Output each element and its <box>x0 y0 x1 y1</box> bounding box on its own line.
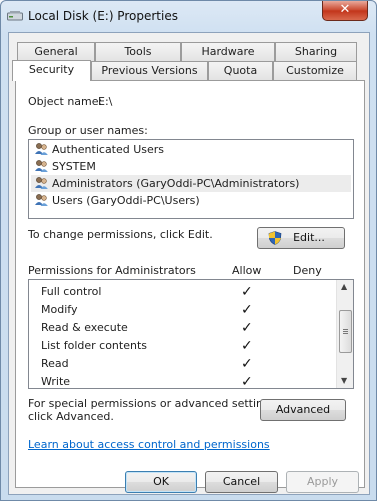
allow-check-icon: ✓ <box>241 356 253 372</box>
permission-name: Full control <box>41 285 102 298</box>
close-icon: ✕ <box>339 2 351 17</box>
permissions-for-label: Permissions for Administrators <box>28 264 196 277</box>
tab-previous-versions[interactable]: Previous Versions <box>91 61 208 80</box>
list-item[interactable]: Users (GaryOddi-PC\Users) <box>31 192 351 209</box>
special-permissions-text-line1: For special permissions or advanced sett… <box>28 397 280 410</box>
edit-button-label: Edit... <box>293 231 325 244</box>
list-item[interactable]: Authenticated Users <box>31 141 351 158</box>
user-list[interactable]: Authenticated Users SYSTEM Administrator… <box>28 139 354 219</box>
table-row: Full control ✓ <box>29 283 335 301</box>
tab-label: Tools <box>124 45 152 58</box>
permission-name: Modify <box>41 303 78 316</box>
title-bar[interactable]: Local Disk (E:) Properties ✕ <box>1 1 376 33</box>
user-group-icon <box>35 194 48 206</box>
object-name-value: E:\ <box>98 95 113 108</box>
list-item[interactable]: SYSTEM <box>31 158 351 175</box>
user-group-icon <box>35 143 48 155</box>
user-group-icon <box>35 160 48 172</box>
grip-line <box>343 333 348 334</box>
allow-header: Allow <box>232 264 262 277</box>
permissions-scrollbar[interactable]: ▲ ▼ <box>336 280 353 388</box>
tab-label: Quota <box>223 64 258 77</box>
tab-security[interactable]: Security <box>12 60 91 81</box>
properties-window: Local Disk (E:) Properties ✕ General Too… <box>0 0 377 501</box>
cancel-button[interactable]: Cancel <box>205 471 278 493</box>
table-row: List folder contents ✓ <box>29 337 335 355</box>
user-name: Users (GaryOddi-PC\Users) <box>52 194 200 207</box>
tab-tools[interactable]: Tools <box>95 42 181 61</box>
close-button[interactable]: ✕ <box>322 1 368 21</box>
permission-name: Read & execute <box>41 321 128 334</box>
allow-check-icon: ✓ <box>241 338 253 354</box>
security-panel: Object name: E:\ Group or user names: Au… <box>15 80 365 488</box>
tab-general[interactable]: General <box>17 42 95 61</box>
allow-check-icon: ✓ <box>241 284 253 300</box>
tab-label: Hardware <box>201 45 255 58</box>
table-row: Read & execute ✓ <box>29 319 335 337</box>
advanced-button[interactable]: Advanced <box>260 399 346 421</box>
tab-quota[interactable]: Quota <box>208 61 273 80</box>
advanced-button-label: Advanced <box>275 403 331 416</box>
learn-more-link[interactable]: Learn about access control and permissio… <box>28 438 270 451</box>
deny-header: Deny <box>293 264 322 277</box>
permissions-list[interactable]: Full control ✓ Modify ✓ Read & execute ✓… <box>28 279 354 391</box>
apply-button-label: Apply <box>306 475 339 488</box>
tab-customize[interactable]: Customize <box>273 61 357 80</box>
tab-label: Security <box>28 63 75 76</box>
change-permissions-hint: To change permissions, click Edit. <box>28 228 213 241</box>
allow-check-icon: ✓ <box>241 302 253 318</box>
object-name-label: Object name: <box>28 95 103 108</box>
scroll-thumb[interactable] <box>339 310 352 353</box>
tab-label: Previous Versions <box>101 64 198 77</box>
table-row: Write ✓ <box>29 373 335 391</box>
ok-button-label: OK <box>153 475 169 488</box>
user-name: SYSTEM <box>52 160 96 173</box>
allow-check-icon: ✓ <box>241 320 253 336</box>
tab-sharing[interactable]: Sharing <box>275 42 357 61</box>
group-users-label: Group or user names: <box>28 124 148 137</box>
user-name: Authenticated Users <box>52 143 165 156</box>
tab-label: Sharing <box>294 45 338 58</box>
tab-hardware[interactable]: Hardware <box>181 42 275 61</box>
allow-check-icon: ✓ <box>241 374 253 390</box>
table-row: Modify ✓ <box>29 301 335 319</box>
list-item-selected[interactable]: Administrators (GaryOddi-PC\Administrato… <box>31 175 351 192</box>
grip-line <box>343 331 348 332</box>
user-name: Administrators (GaryOddi-PC\Administrato… <box>52 177 300 190</box>
tab-label: Customize <box>286 64 344 77</box>
grip-line <box>343 329 348 330</box>
user-group-icon <box>35 177 48 189</box>
window-title: Local Disk (E:) Properties <box>28 9 178 23</box>
cancel-button-label: Cancel <box>222 475 261 488</box>
permission-name: Read <box>41 357 69 370</box>
permission-name: List folder contents <box>41 339 147 352</box>
scroll-down-icon[interactable]: ▼ <box>341 376 347 385</box>
permission-name: Write <box>41 375 71 388</box>
scroll-up-icon[interactable]: ▲ <box>341 282 347 291</box>
drive-icon <box>7 11 23 21</box>
table-row: Read ✓ <box>29 355 335 373</box>
special-permissions-text-line2: click Advanced. <box>28 410 114 423</box>
edit-button[interactable]: Edit... <box>257 227 345 249</box>
uac-shield-icon <box>268 231 282 245</box>
dialog-client-area: General Tools Hardware Sharing Security … <box>8 32 370 495</box>
ok-button[interactable]: OK <box>125 471 197 493</box>
apply-button[interactable]: Apply <box>286 471 359 493</box>
tab-label: General <box>34 45 78 58</box>
